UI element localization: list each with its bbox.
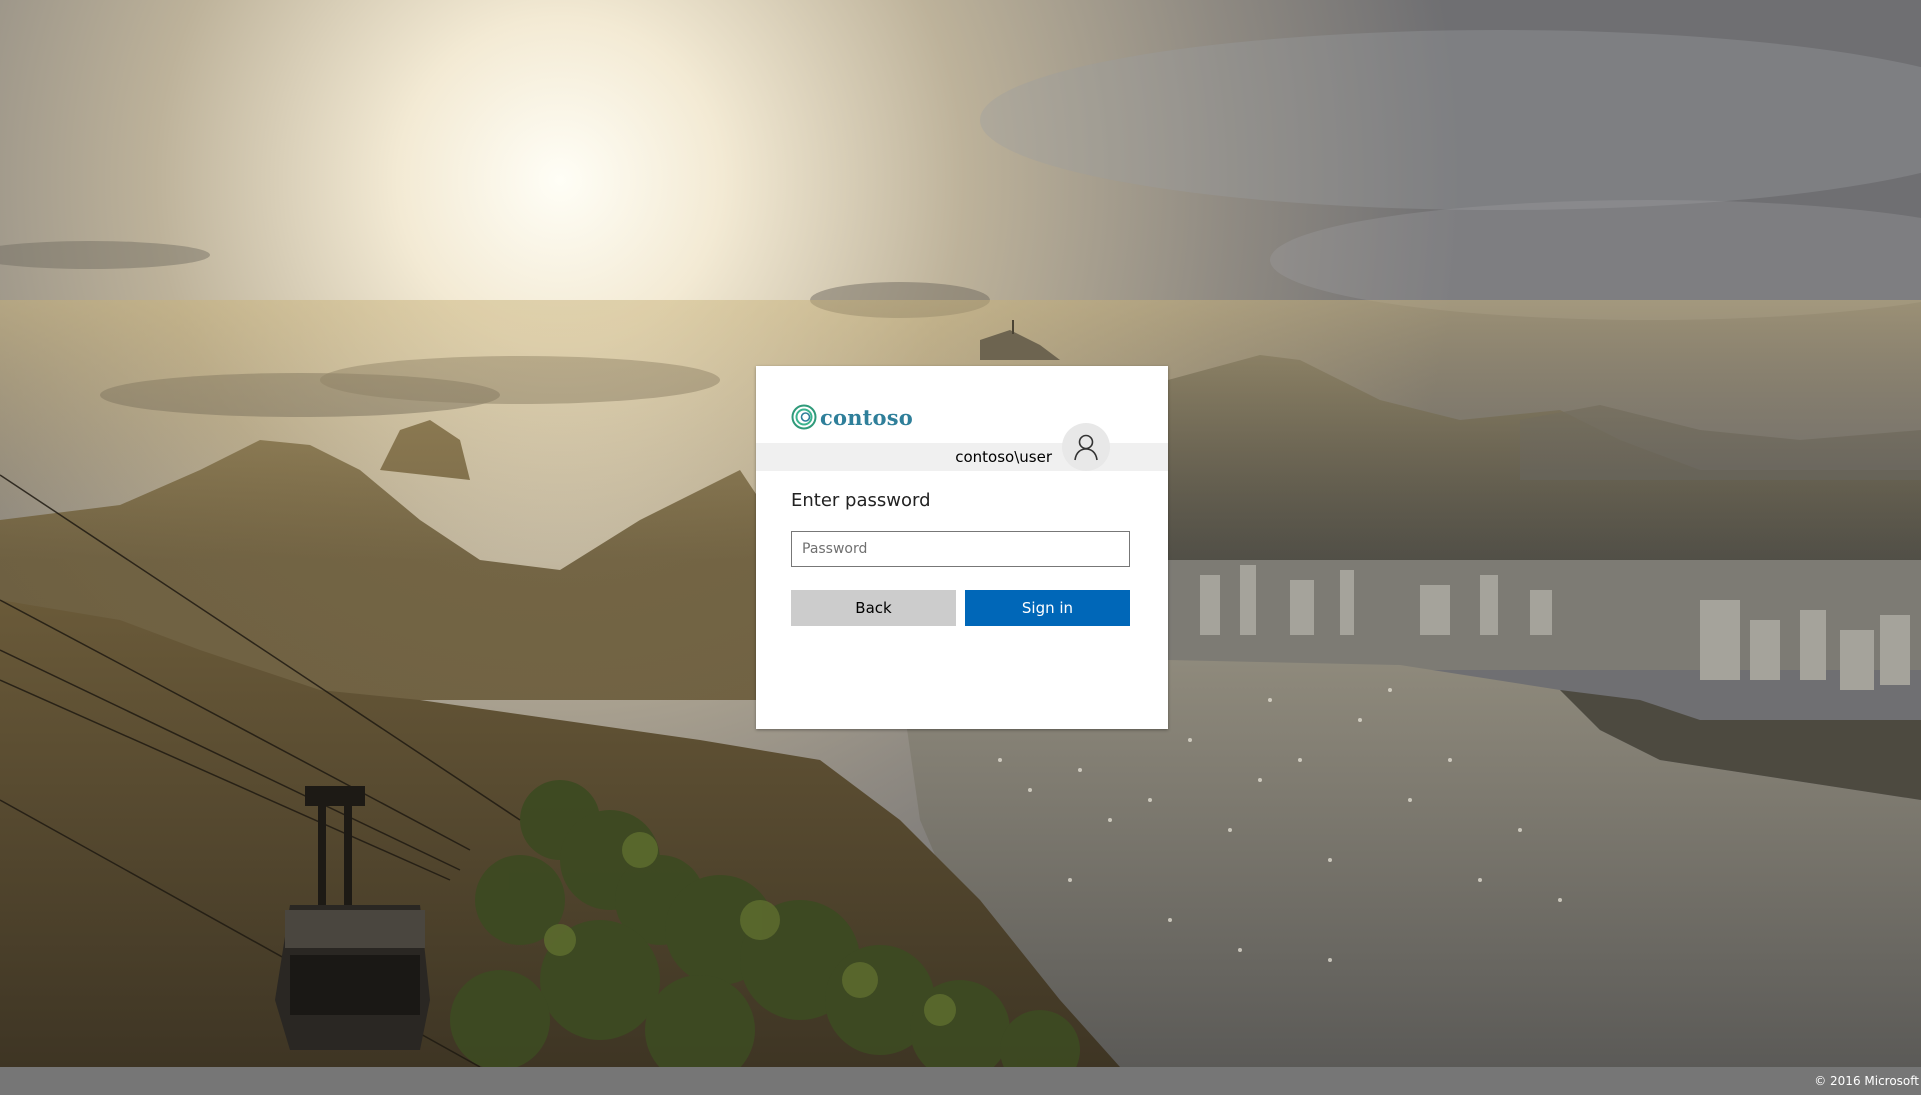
company-logo: contoso — [791, 402, 913, 432]
back-button[interactable]: Back — [791, 590, 956, 626]
user-avatar-icon — [1062, 423, 1110, 471]
sign-in-button[interactable]: Sign in — [965, 590, 1130, 626]
password-input[interactable] — [791, 531, 1130, 567]
sign-in-card: contoso contoso\user Enter password Back… — [756, 366, 1168, 729]
footer-bar: © 2016 Microsoft — [0, 1067, 1921, 1095]
copyright-text: © 2016 Microsoft — [1814, 1074, 1919, 1088]
contoso-logo-icon — [791, 404, 817, 430]
username-label: contoso\user — [955, 448, 1052, 466]
sign-in-page: contoso contoso\user Enter password Back… — [0, 0, 1921, 1095]
page-title: Enter password — [791, 490, 931, 511]
logo-text: contoso — [820, 404, 913, 430]
